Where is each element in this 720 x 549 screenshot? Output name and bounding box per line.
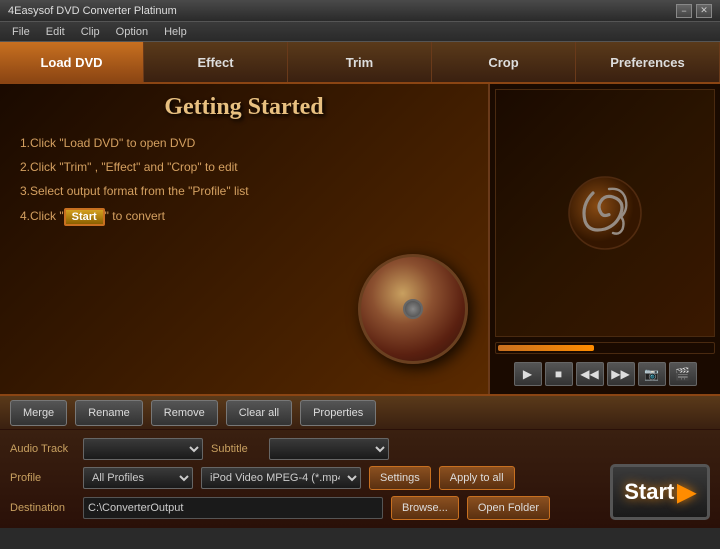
video-snap-button[interactable]: 🎬 bbox=[669, 362, 697, 386]
titlebar-controls: − ✕ bbox=[676, 4, 712, 18]
main-content: Getting Started 1.Click "Load DVD" to op… bbox=[0, 84, 720, 394]
tab-load-dvd[interactable]: Load DVD bbox=[0, 42, 144, 82]
tabbar: Load DVD Effect Trim Crop Preferences bbox=[0, 42, 720, 84]
instruction-1: 1.Click "Load DVD" to open DVD bbox=[10, 136, 478, 150]
destination-input[interactable] bbox=[83, 497, 383, 519]
clear-all-button[interactable]: Clear all bbox=[226, 400, 292, 426]
menu-option[interactable]: Option bbox=[108, 22, 156, 41]
getting-started-title: Getting Started bbox=[10, 94, 478, 121]
rewind-button[interactable]: ◀◀ bbox=[576, 362, 604, 386]
apply-to-all-button[interactable]: Apply to all bbox=[439, 466, 515, 490]
profile-row: Profile All Profiles iPod Video MPEG-4 (… bbox=[10, 466, 710, 490]
menu-help[interactable]: Help bbox=[156, 22, 195, 41]
subtitle-select[interactable] bbox=[269, 438, 389, 460]
start-arrow-icon: ▶ bbox=[677, 478, 695, 507]
destination-label: Destination bbox=[10, 502, 75, 514]
video-controls: ▶ ■ ◀◀ ▶▶ 📷 🎬 bbox=[495, 359, 715, 389]
progress-bar-fill bbox=[498, 345, 594, 351]
menubar: File Edit Clip Option Help bbox=[0, 22, 720, 42]
stop-button[interactable]: ■ bbox=[545, 362, 573, 386]
subtitle-label: Subtitle bbox=[211, 443, 261, 455]
menu-file[interactable]: File bbox=[4, 22, 38, 41]
dvd-disc bbox=[358, 254, 468, 364]
instruction-4: 4.Click "Start" to convert bbox=[10, 208, 478, 226]
bottom-toolbar: Merge Rename Remove Clear all Properties bbox=[0, 394, 720, 430]
rename-button[interactable]: Rename bbox=[75, 400, 143, 426]
start-button[interactable]: Start ▶ bbox=[610, 464, 710, 520]
dvd-image bbox=[358, 254, 468, 364]
properties-button[interactable]: Properties bbox=[300, 400, 376, 426]
titlebar: 4Easysof DVD Converter Platinum − ✕ bbox=[0, 0, 720, 22]
open-folder-button[interactable]: Open Folder bbox=[467, 496, 550, 520]
audio-subtitle-row: Audio Track Subtitle bbox=[10, 438, 710, 460]
instruction-3: 3.Select output format from the "Profile… bbox=[10, 184, 478, 198]
video-preview bbox=[495, 89, 715, 337]
remove-button[interactable]: Remove bbox=[151, 400, 218, 426]
audio-track-label: Audio Track bbox=[10, 443, 75, 455]
close-button[interactable]: ✕ bbox=[696, 4, 712, 18]
profile-format-select[interactable]: iPod Video MPEG-4 (*.mp4) bbox=[201, 467, 361, 489]
menu-edit[interactable]: Edit bbox=[38, 22, 73, 41]
menu-clip[interactable]: Clip bbox=[73, 22, 108, 41]
tab-trim[interactable]: Trim bbox=[288, 42, 432, 82]
right-panel: ▶ ■ ◀◀ ▶▶ 📷 🎬 bbox=[490, 84, 720, 394]
progress-bar-container[interactable] bbox=[495, 342, 715, 354]
merge-button[interactable]: Merge bbox=[10, 400, 67, 426]
left-panel: Getting Started 1.Click "Load DVD" to op… bbox=[0, 84, 490, 394]
destination-row: Destination Browse... Open Folder bbox=[10, 496, 710, 520]
tab-effect[interactable]: Effect bbox=[144, 42, 288, 82]
bottom-area: Audio Track Subtitle Profile All Profile… bbox=[0, 430, 720, 528]
profile-label: Profile bbox=[10, 472, 75, 484]
audio-track-select[interactable] bbox=[83, 438, 203, 460]
start-inline-button[interactable]: Start bbox=[64, 208, 105, 226]
profile-select[interactable]: All Profiles bbox=[83, 467, 193, 489]
dvd-center-hole bbox=[403, 299, 423, 319]
minimize-button[interactable]: − bbox=[676, 4, 692, 18]
start-label: Start bbox=[624, 479, 674, 505]
snapshot-button[interactable]: 📷 bbox=[638, 362, 666, 386]
settings-button[interactable]: Settings bbox=[369, 466, 431, 490]
instruction-2: 2.Click "Trim" , "Effect" and "Crop" to … bbox=[10, 160, 478, 174]
app-title: 4Easysof DVD Converter Platinum bbox=[8, 5, 177, 17]
play-button[interactable]: ▶ bbox=[514, 362, 542, 386]
tab-preferences[interactable]: Preferences bbox=[576, 42, 720, 82]
logo-svg bbox=[565, 173, 645, 253]
browse-button[interactable]: Browse... bbox=[391, 496, 459, 520]
tab-crop[interactable]: Crop bbox=[432, 42, 576, 82]
fast-forward-button[interactable]: ▶▶ bbox=[607, 362, 635, 386]
